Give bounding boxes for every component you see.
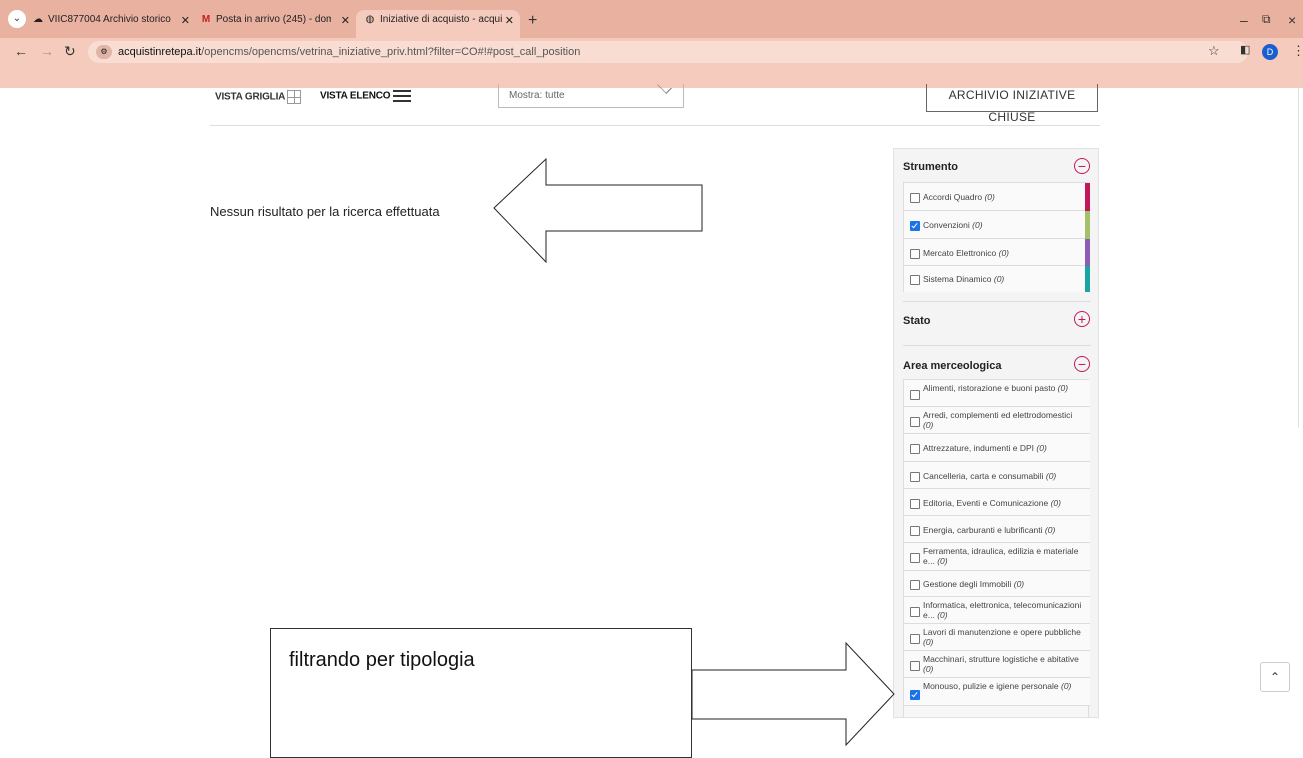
scroll-to-top-button[interactable]: ⌃: [1260, 662, 1290, 692]
annotation-note-text: filtrando per tipologia: [289, 649, 475, 671]
right-arrow-annotation: [691, 641, 895, 747]
annotation-note-box: filtrando per tipologia: [270, 628, 692, 758]
page-scrollbar[interactable]: [1298, 88, 1299, 428]
left-arrow-annotation: [493, 157, 703, 264]
